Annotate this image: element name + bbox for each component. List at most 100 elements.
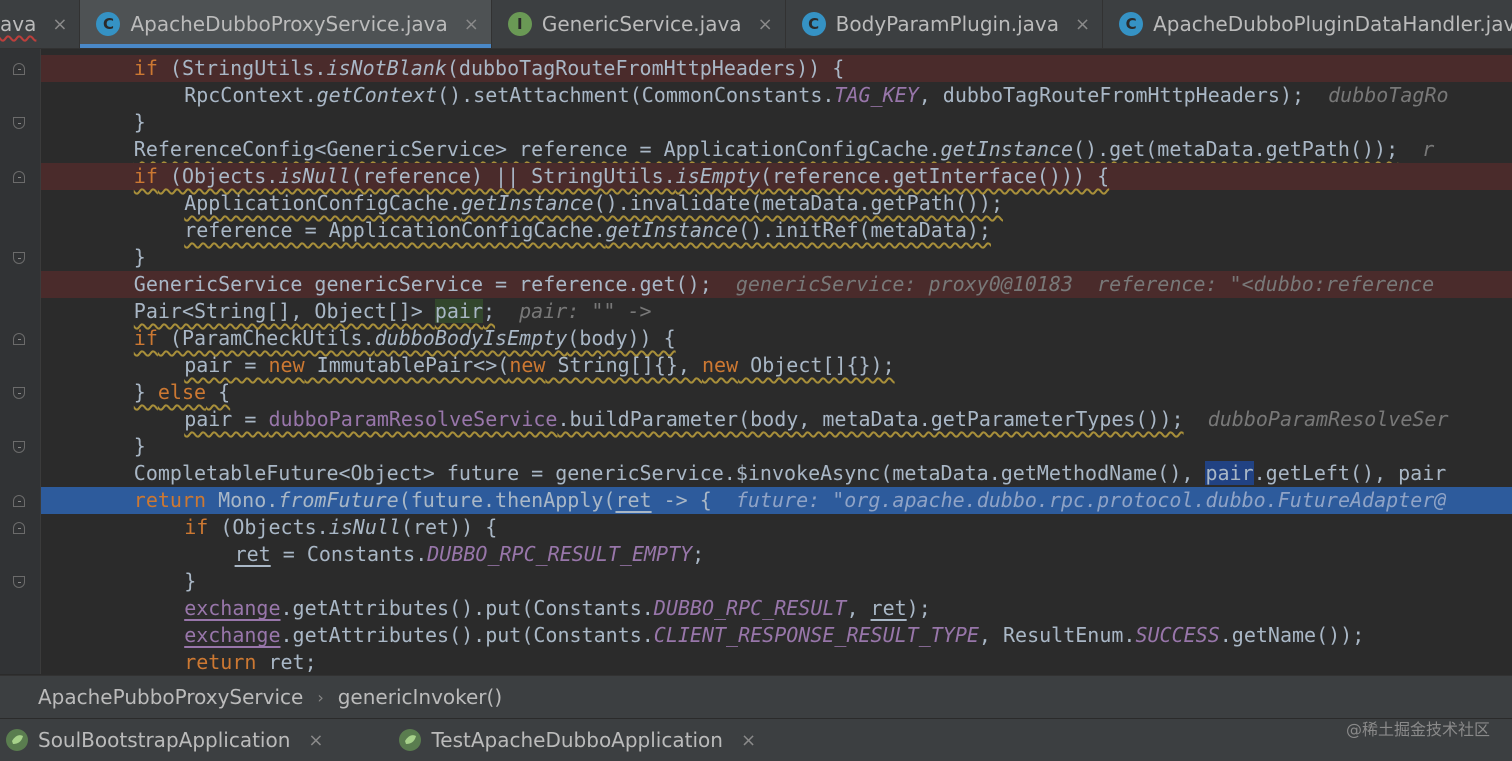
code-token: return <box>133 488 207 512</box>
code-token: ; <box>692 542 705 566</box>
code-line[interactable]: GenericService genericService = referenc… <box>41 271 1512 298</box>
code-line[interactable]: if (StringUtils.isNotBlank(dubboTagRoute… <box>41 55 1512 82</box>
code-token: exchange <box>184 623 281 647</box>
inline-debug-value: dubboTagRo <box>1304 83 1449 107</box>
code-token: Pair<String[], Object[]> <box>133 299 435 323</box>
run-tab-soul-bootstrap[interactable]: SoulBootstrapApplication × <box>0 719 341 761</box>
breadcrumb-class[interactable]: ApachePubboProxyService <box>0 685 317 709</box>
code-token: (body)) { <box>567 326 676 350</box>
code-token: (ParamCheckUtils. <box>157 326 375 350</box>
fold-collapse-icon[interactable] <box>13 333 25 345</box>
class-icon: C <box>1119 12 1144 36</box>
close-icon[interactable]: × <box>1075 14 1090 35</box>
code-line[interactable]: return Mono.fromFuture(future.thenApply(… <box>41 487 1512 514</box>
close-icon[interactable]: × <box>758 14 773 35</box>
close-icon[interactable]: × <box>308 730 323 751</box>
code-token: , dubboTagRouteFromHttpHeaders); <box>918 83 1305 107</box>
code-editor[interactable]: if (StringUtils.isNotBlank(dubboTagRoute… <box>41 49 1512 674</box>
code-token: new <box>509 353 546 377</box>
watermark: @稀土掘金技术社区 <box>1345 720 1490 739</box>
code-token: Object[]{}); <box>738 353 895 377</box>
code-token: (ret)) { <box>400 515 498 539</box>
code-token: SUCCESS <box>1135 623 1220 647</box>
code-token: ret <box>234 542 271 566</box>
editor-gutter <box>0 49 41 674</box>
inline-debug-value: future: "org.apache.dubbo.rpc.protocol.d… <box>711 488 1447 512</box>
code-token: dubboBodyIsEmpty <box>374 326 568 350</box>
code-line[interactable]: ret = Constants.DUBBO_RPC_RESULT_EMPTY; <box>41 541 1512 568</box>
code-token: getInstance <box>940 137 1073 161</box>
editor-tab[interactable]: CApacheDubboPluginDataHandler.java× <box>1103 0 1512 48</box>
code-token: (Objects. <box>208 515 329 539</box>
code-token: fromFuture <box>278 488 399 512</box>
code-token: pair = <box>184 353 269 377</box>
code-token: , ResultEnum. <box>978 623 1136 647</box>
editor-tab[interactable]: C BodyParamPlugin.java × <box>786 0 1104 48</box>
code-line[interactable]: reference = ApplicationConfigCache.getIn… <box>41 217 1512 244</box>
code-token: if <box>184 515 209 539</box>
fold-collapse-icon[interactable] <box>13 522 25 534</box>
code-line[interactable]: } else { <box>41 379 1512 406</box>
editor-tab[interactable]: C ApacheDubboProxyService.java × <box>80 0 492 48</box>
code-line[interactable]: if (Objects.isNull(ret)) { <box>41 514 1512 541</box>
code-line[interactable]: ApplicationConfigCache.getInstance().inv… <box>41 190 1512 217</box>
code-token: ().setAttachment(CommonConstants. <box>437 83 835 107</box>
close-icon[interactable]: × <box>52 14 67 35</box>
code-token: DUBBO_RPC_RESULT_EMPTY <box>427 542 693 566</box>
code-token: new <box>268 353 305 377</box>
code-token: isNotBlank <box>326 56 447 80</box>
fold-end-icon[interactable] <box>13 576 25 588</box>
spring-boot-run-icon <box>399 729 422 751</box>
code-token: ; <box>483 299 496 323</box>
editor-tab[interactable]: I GenericService.java × <box>492 0 786 48</box>
code-line[interactable]: } <box>41 244 1512 271</box>
editor-tab-bar: ava × C ApacheDubboProxyService.java × I Gener… <box>0 0 1512 49</box>
code-line[interactable]: pair = new ImmutablePair<>(new String[]{… <box>41 352 1512 379</box>
class-icon: C <box>801 12 826 36</box>
code-line[interactable]: CompletableFuture<Object> future = gener… <box>41 460 1512 487</box>
close-icon[interactable]: × <box>741 730 756 751</box>
editor-tab-label: BodyParamPlugin.java <box>835 12 1060 36</box>
code-token: isNull <box>278 164 351 188</box>
code-line[interactable]: } <box>41 433 1512 460</box>
code-line[interactable]: } <box>41 568 1512 595</box>
code-token: ().initRef(metaData); <box>738 218 991 242</box>
code-line[interactable]: ReferenceConfig<GenericService> referenc… <box>41 136 1512 163</box>
code-token: isEmpty <box>675 164 760 188</box>
class-icon: C <box>96 12 121 36</box>
code-token: (future.thenApply( <box>398 488 616 512</box>
spring-boot-run-icon <box>6 729 28 751</box>
code-token: } <box>133 434 146 458</box>
fold-collapse-icon[interactable] <box>13 495 25 507</box>
code-line[interactable]: if (Objects.isNull(reference) || StringU… <box>41 163 1512 190</box>
fold-end-icon[interactable] <box>13 441 25 453</box>
code-line[interactable]: if (ParamCheckUtils.dubboBodyIsEmpty(bod… <box>41 325 1512 352</box>
code-token: -> { <box>651 488 712 512</box>
code-token: DUBBO_RPC_RESULT <box>653 596 847 620</box>
fold-end-icon[interactable] <box>13 252 25 264</box>
fold-end-icon[interactable] <box>13 387 25 399</box>
fold-end-icon[interactable] <box>13 117 25 129</box>
code-token: CompletableFuture<Object> future = gener… <box>133 461 1206 485</box>
code-token: ().get(metaData.getPath()); <box>1073 137 1399 161</box>
code-token: ret <box>870 596 907 620</box>
code-token: ().invalidate(metaData.getPath()); <box>593 191 1003 215</box>
code-token: , <box>846 596 871 620</box>
code-token: ReferenceConfig<GenericService> referenc… <box>133 137 941 161</box>
code-line[interactable]: } <box>41 109 1512 136</box>
code-line[interactable]: pair = dubboParamResolveService.buildPar… <box>41 406 1512 433</box>
code-line[interactable]: return ret; <box>41 649 1512 674</box>
close-icon[interactable]: × <box>464 14 479 35</box>
code-token: GenericService genericService = referenc… <box>133 272 712 296</box>
code-line[interactable]: Pair<String[], Object[]> pair; pair: "" … <box>41 298 1512 325</box>
code-line[interactable]: exchange.getAttributes().put(Constants.D… <box>41 595 1512 622</box>
fold-collapse-icon[interactable] <box>13 171 25 183</box>
code-token: ); <box>906 596 931 620</box>
code-line[interactable]: RpcContext.getContext().setAttachment(Co… <box>41 82 1512 109</box>
editor-tab[interactable]: ava × <box>0 0 81 48</box>
run-tab-test-apache-dubbo[interactable]: TestApacheDubboApplication × <box>341 719 774 761</box>
fold-collapse-icon[interactable] <box>13 63 25 75</box>
inline-debug-value: r <box>1398 137 1435 161</box>
code-line[interactable]: exchange.getAttributes().put(Constants.C… <box>41 622 1512 649</box>
breadcrumb-method[interactable]: genericInvoker() <box>324 685 516 709</box>
